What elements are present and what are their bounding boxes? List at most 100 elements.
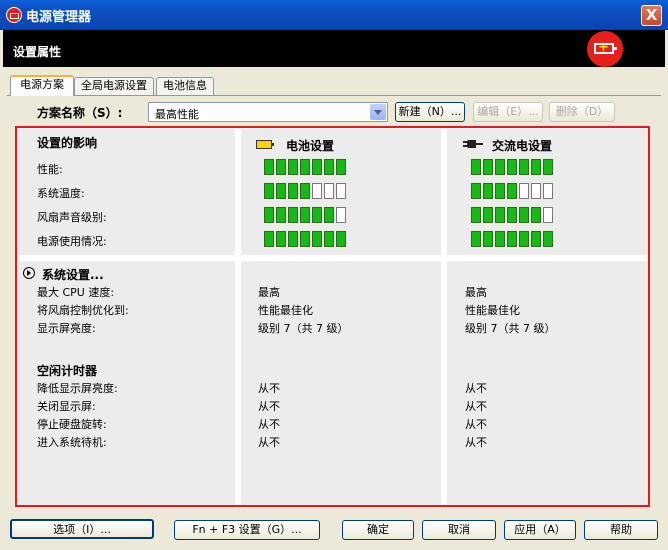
- meter-segment-on: [495, 207, 505, 223]
- idle-row-battery-value: 从不: [258, 418, 280, 431]
- meter-segment-on: [264, 159, 274, 175]
- meter-segment-on: [531, 159, 541, 175]
- meter-segment-off: [336, 207, 346, 223]
- impact-row-label: 电源使用情况:: [37, 235, 107, 248]
- window-title: 电源管理器: [26, 10, 92, 25]
- tab-battery-info[interactable]: 电池信息: [156, 77, 214, 95]
- meter-segment-on: [276, 231, 286, 247]
- chevron-down-icon[interactable]: [370, 104, 386, 120]
- meter-segment-on: [288, 207, 298, 223]
- idle-row-label: 停止硬盘旋转:: [37, 418, 107, 431]
- tab-divider: [7, 95, 661, 96]
- fn-f3-settings-button[interactable]: Fn + F3 设置（G）...: [174, 520, 320, 540]
- ok-button[interactable]: 确定: [342, 520, 414, 540]
- system-row-label: 将风扇控制优化到:: [37, 304, 129, 317]
- meter-segment-on: [519, 207, 529, 223]
- system-row-ac-value: 级别 7（共 7 级）: [465, 322, 556, 335]
- meter-segment-on: [264, 183, 274, 199]
- cancel-button[interactable]: 取消: [422, 520, 496, 540]
- meter-segment-off: [543, 207, 553, 223]
- system-row-battery-value: 级别 7（共 7 级）: [258, 322, 349, 335]
- meter-segment-on: [264, 207, 274, 223]
- header-banner: 设置属性 +: [3, 30, 665, 67]
- system-row-battery-value: 最高: [258, 286, 280, 299]
- meter-segment-on: [276, 183, 286, 199]
- meter-segment-on: [324, 159, 334, 175]
- impact-row-label: 性能:: [37, 163, 63, 176]
- scheme-select-value: 最高性能: [155, 108, 199, 121]
- expand-arrow-icon[interactable]: [23, 267, 35, 279]
- meter-segment-off: [312, 183, 322, 199]
- impact-row-label: 系统温度:: [37, 187, 85, 200]
- system-row-battery-value: 性能最佳化: [258, 304, 313, 317]
- options-button[interactable]: 选项（I）...: [10, 519, 154, 539]
- header-title: 设置属性: [13, 45, 62, 59]
- meter-segment-on: [300, 207, 310, 223]
- meter-segment-on: [276, 159, 286, 175]
- meter-segment-on: [531, 231, 541, 247]
- system-row-label: 显示屏亮度:: [37, 322, 96, 335]
- meter-segment-on: [264, 231, 274, 247]
- ac-settings-header: 交流电设置: [492, 139, 553, 153]
- idle-row-ac-value: 从不: [465, 400, 487, 413]
- system-row-ac-value: 最高: [465, 286, 487, 299]
- power-usage-ac-meter: [471, 231, 555, 247]
- meter-segment-on: [531, 207, 541, 223]
- ac-plug-icon: [463, 140, 483, 148]
- performance-battery-meter: [264, 159, 348, 175]
- system-row-ac-value: 性能最佳化: [465, 304, 520, 317]
- temperature-battery-meter: [264, 183, 348, 199]
- meter-segment-on: [324, 231, 334, 247]
- power-usage-battery-meter: [264, 231, 348, 247]
- title-bar: 电源管理器 X: [0, 0, 668, 30]
- idle-row-ac-value: 从不: [465, 418, 487, 431]
- meter-segment-on: [336, 159, 346, 175]
- meter-segment-on: [288, 183, 298, 199]
- meter-segment-on: [495, 183, 505, 199]
- new-scheme-button[interactable]: 新建（N）...: [395, 102, 465, 122]
- meter-segment-on: [543, 231, 553, 247]
- delete-scheme-button[interactable]: 删除（D）: [549, 102, 615, 122]
- idle-row-battery-value: 从不: [258, 436, 280, 449]
- meter-segment-off: [336, 183, 346, 199]
- idle-timer-title: 空闲计时器: [37, 364, 98, 378]
- idle-row-ac-value: 从不: [465, 382, 487, 395]
- meter-segment-on: [300, 159, 310, 175]
- system-settings-link[interactable]: 系统设置...: [42, 266, 104, 283]
- meter-segment-on: [507, 231, 517, 247]
- tab-power-scheme[interactable]: 电源方案: [10, 75, 74, 96]
- meter-segment-off: [324, 183, 334, 199]
- impact-title: 设置的影响: [37, 136, 98, 150]
- meter-segment-off: [531, 183, 541, 199]
- meter-segment-on: [543, 159, 553, 175]
- meter-segment-on: [336, 231, 346, 247]
- edit-scheme-button[interactable]: 编辑（E）...: [473, 102, 543, 122]
- fan-noise-ac-meter: [471, 207, 555, 223]
- meter-segment-on: [483, 231, 493, 247]
- meter-segment-on: [288, 159, 298, 175]
- idle-row-label: 关闭显示屏:: [37, 400, 96, 413]
- meter-segment-off: [519, 183, 529, 199]
- idle-row-label: 降低显示屏亮度:: [37, 382, 118, 395]
- meter-segment-on: [483, 207, 493, 223]
- meter-segment-on: [483, 183, 493, 199]
- scheme-select[interactable]: 最高性能: [148, 102, 388, 122]
- meter-segment-on: [495, 231, 505, 247]
- meter-segment-on: [471, 207, 481, 223]
- close-button[interactable]: X: [641, 5, 662, 26]
- idle-row-battery-value: 从不: [258, 400, 280, 413]
- fan-noise-battery-meter: [264, 207, 348, 223]
- battery-badge-icon: +: [587, 31, 623, 67]
- impact-row-label: 风扇声音级别:: [37, 211, 107, 224]
- tab-global-settings[interactable]: 全局电源设置: [74, 77, 154, 95]
- meter-segment-on: [495, 159, 505, 175]
- meter-segment-on: [519, 231, 529, 247]
- meter-segment-on: [276, 207, 286, 223]
- help-button[interactable]: 帮助: [584, 520, 658, 540]
- meter-segment-on: [471, 231, 481, 247]
- apply-button[interactable]: 应用（A）: [504, 520, 576, 540]
- meter-segment-on: [324, 207, 334, 223]
- meter-segment-on: [312, 159, 322, 175]
- meter-segment-on: [507, 183, 517, 199]
- scheme-name-label: 方案名称（S）:: [37, 106, 123, 120]
